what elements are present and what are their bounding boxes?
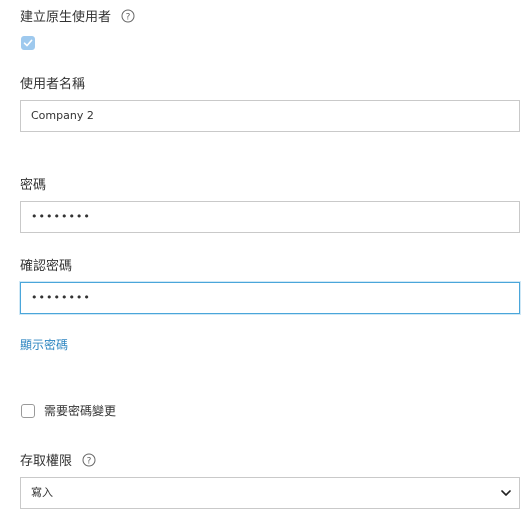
native-user-label: 建立原生使用者 bbox=[20, 10, 112, 25]
access-select[interactable]: 寫入 bbox=[20, 477, 520, 509]
help-circle-icon[interactable]: ? bbox=[82, 453, 96, 467]
access-label: 存取權限 bbox=[20, 454, 73, 469]
chevron-down-icon bbox=[501, 490, 511, 496]
confirm-password-value: •••••••• bbox=[31, 291, 91, 304]
password-value: •••••••• bbox=[31, 210, 91, 223]
native-user-checkbox[interactable] bbox=[21, 36, 35, 50]
username-value: Company 2 bbox=[31, 109, 94, 122]
require-change-label: 需要密碼變更 bbox=[44, 404, 117, 418]
username-label: 使用者名稱 bbox=[20, 77, 86, 92]
svg-text:?: ? bbox=[87, 457, 92, 467]
show-password-link[interactable]: 顯示密碼 bbox=[20, 336, 68, 353]
username-input[interactable]: Company 2 bbox=[20, 100, 520, 132]
svg-text:?: ? bbox=[126, 13, 131, 23]
access-row: 存取權限 ? bbox=[20, 450, 96, 469]
require-change-checkbox[interactable] bbox=[21, 404, 35, 418]
confirm-password-input[interactable]: •••••••• bbox=[20, 282, 520, 314]
help-circle-icon[interactable]: ? bbox=[121, 9, 135, 23]
password-label: 密碼 bbox=[20, 178, 47, 193]
confirm-password-label: 確認密碼 bbox=[20, 259, 73, 274]
native-user-row: 建立原生使用者 ? bbox=[20, 6, 135, 25]
check-icon bbox=[23, 39, 33, 47]
password-input[interactable]: •••••••• bbox=[20, 201, 520, 233]
access-selected-value: 寫入 bbox=[31, 486, 53, 499]
